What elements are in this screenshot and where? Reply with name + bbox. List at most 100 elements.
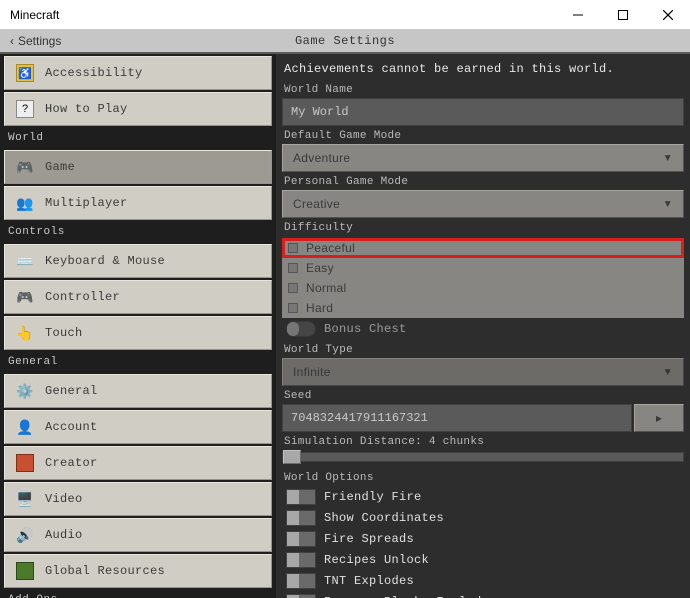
sidebar-item-label: General bbox=[45, 384, 98, 398]
accessibility-icon: ♿ bbox=[15, 63, 35, 83]
difficulty-option-normal[interactable]: Normal bbox=[282, 278, 684, 298]
slider-handle[interactable] bbox=[283, 450, 301, 464]
seed-arrow-button[interactable]: ▸ bbox=[634, 404, 684, 432]
sidebar-item-general[interactable]: ⚙️ General bbox=[4, 374, 272, 408]
toggle-show-coordinates[interactable] bbox=[286, 510, 316, 526]
resources-icon bbox=[15, 561, 35, 581]
personal-game-mode-label: Personal Game Mode bbox=[282, 172, 684, 190]
toggle-label: Friendly Fire bbox=[324, 490, 422, 504]
sidebar-item-accessibility[interactable]: ♿ Accessibility bbox=[4, 56, 272, 90]
sidebar-item-creator[interactable]: Creator bbox=[4, 446, 272, 480]
chevron-down-icon: ▼ bbox=[663, 153, 673, 164]
sidebar-item-audio[interactable]: 🔊 Audio bbox=[4, 518, 272, 552]
sidebar-item-label: Global Resources bbox=[45, 564, 165, 578]
controller-icon: 🎮 bbox=[15, 287, 35, 307]
sidebar-item-label: Multiplayer bbox=[45, 196, 128, 210]
sidebar-item-controller[interactable]: 🎮 Controller bbox=[4, 280, 272, 314]
bonus-chest-row: Bonus Chest bbox=[282, 319, 684, 339]
header-bar: ‹ Settings Game Settings bbox=[0, 30, 690, 54]
sidebar-item-label: Controller bbox=[45, 290, 120, 304]
sidebar-item-label: Audio bbox=[45, 528, 83, 542]
personal-game-mode-dropdown[interactable]: Creative ▼ bbox=[282, 190, 684, 218]
option-label: Normal bbox=[306, 281, 346, 295]
sidebar-item-touch[interactable]: 👆 Touch bbox=[4, 316, 272, 350]
option-friendly-fire: Friendly Fire bbox=[282, 487, 684, 507]
toggle-recipes-unlock[interactable] bbox=[286, 552, 316, 568]
section-header-world: World bbox=[0, 128, 276, 148]
creator-icon bbox=[15, 453, 35, 473]
sidebar-item-global-resources[interactable]: Global Resources bbox=[4, 554, 272, 588]
sidebar: ♿ Accessibility ? How to Play World 🎮 Ga… bbox=[0, 54, 276, 598]
dropdown-value: Infinite bbox=[293, 365, 331, 379]
sidebar-item-video[interactable]: 🖥️ Video bbox=[4, 482, 272, 516]
world-options-label: World Options bbox=[282, 468, 684, 486]
sidebar-item-label: How to Play bbox=[45, 102, 128, 116]
seed-input[interactable] bbox=[282, 404, 632, 432]
sidebar-item-label: Creator bbox=[45, 456, 98, 470]
option-tnt-explodes: TNT Explodes bbox=[282, 571, 684, 591]
keyboard-icon: ⌨️ bbox=[15, 251, 35, 271]
sidebar-item-label: Account bbox=[45, 420, 98, 434]
bonus-chest-toggle[interactable] bbox=[286, 321, 316, 337]
radio-icon bbox=[288, 303, 298, 313]
minimize-button[interactable] bbox=[555, 0, 600, 29]
sidebar-item-game[interactable]: 🎮 Game bbox=[4, 150, 272, 184]
toggle-label: TNT Explodes bbox=[324, 574, 414, 588]
back-label: Settings bbox=[18, 34, 61, 48]
difficulty-option-peaceful[interactable]: Peaceful bbox=[282, 238, 684, 258]
sidebar-item-label: Keyboard & Mouse bbox=[45, 254, 165, 268]
option-fire-spreads: Fire Spreads bbox=[282, 529, 684, 549]
sidebar-item-multiplayer[interactable]: 👥 Multiplayer bbox=[4, 186, 272, 220]
chevron-down-icon: ▼ bbox=[663, 199, 673, 210]
option-respawn-blocks-explode: Respawn Blocks Explode bbox=[282, 592, 684, 598]
difficulty-option-easy[interactable]: Easy bbox=[282, 258, 684, 278]
option-label: Hard bbox=[306, 301, 333, 315]
section-header-addons: Add-Ons bbox=[0, 590, 276, 598]
world-type-dropdown[interactable]: Infinite ▼ bbox=[282, 358, 684, 386]
sidebar-item-account[interactable]: 👤 Account bbox=[4, 410, 272, 444]
default-game-mode-label: Default Game Mode bbox=[282, 126, 684, 144]
audio-icon: 🔊 bbox=[15, 525, 35, 545]
window-titlebar: Minecraft bbox=[0, 0, 690, 30]
seed-label: Seed bbox=[282, 386, 684, 404]
toggle-label: Fire Spreads bbox=[324, 532, 414, 546]
toggle-friendly-fire[interactable] bbox=[286, 489, 316, 505]
toggle-tnt-explodes[interactable] bbox=[286, 573, 316, 589]
difficulty-option-hard[interactable]: Hard bbox=[282, 298, 684, 318]
bonus-chest-label: Bonus Chest bbox=[324, 322, 407, 336]
account-icon: 👤 bbox=[15, 417, 35, 437]
default-game-mode-dropdown[interactable]: Adventure ▼ bbox=[282, 144, 684, 172]
back-button[interactable]: ‹ Settings bbox=[0, 34, 61, 48]
chevron-down-icon: ▼ bbox=[663, 367, 673, 378]
sidebar-item-label: Accessibility bbox=[45, 66, 143, 80]
sidebar-item-label: Touch bbox=[45, 326, 83, 340]
content-pane: Achievements cannot be earned in this wo… bbox=[276, 54, 690, 598]
toggle-respawn-blocks-explode[interactable] bbox=[286, 594, 316, 598]
dropdown-value: Creative bbox=[293, 197, 340, 211]
radio-icon bbox=[288, 263, 298, 273]
touch-icon: 👆 bbox=[15, 323, 35, 343]
sidebar-item-label: Game bbox=[45, 160, 75, 174]
simulation-distance-slider[interactable] bbox=[282, 452, 684, 462]
page-title: Game Settings bbox=[295, 34, 395, 48]
world-name-label: World Name bbox=[282, 80, 684, 98]
option-show-coordinates: Show Coordinates bbox=[282, 508, 684, 528]
close-button[interactable] bbox=[645, 0, 690, 29]
option-label: Easy bbox=[306, 261, 334, 275]
radio-icon bbox=[288, 243, 298, 253]
achievements-notice: Achievements cannot be earned in this wo… bbox=[282, 58, 684, 80]
window-title: Minecraft bbox=[10, 8, 59, 22]
toggle-fire-spreads[interactable] bbox=[286, 531, 316, 547]
maximize-button[interactable] bbox=[600, 0, 645, 29]
video-icon: 🖥️ bbox=[15, 489, 35, 509]
simulation-distance-label: Simulation Distance: 4 chunks bbox=[282, 434, 684, 450]
sidebar-item-howtoplay[interactable]: ? How to Play bbox=[4, 92, 272, 126]
option-label: Peaceful bbox=[306, 241, 355, 255]
option-recipes-unlock: Recipes Unlock bbox=[282, 550, 684, 570]
game-icon: 🎮 bbox=[15, 157, 35, 177]
difficulty-label: Difficulty bbox=[282, 218, 684, 236]
multiplayer-icon: 👥 bbox=[15, 193, 35, 213]
sidebar-item-keyboard[interactable]: ⌨️ Keyboard & Mouse bbox=[4, 244, 272, 278]
world-name-input[interactable] bbox=[282, 98, 684, 126]
sidebar-item-label: Video bbox=[45, 492, 83, 506]
